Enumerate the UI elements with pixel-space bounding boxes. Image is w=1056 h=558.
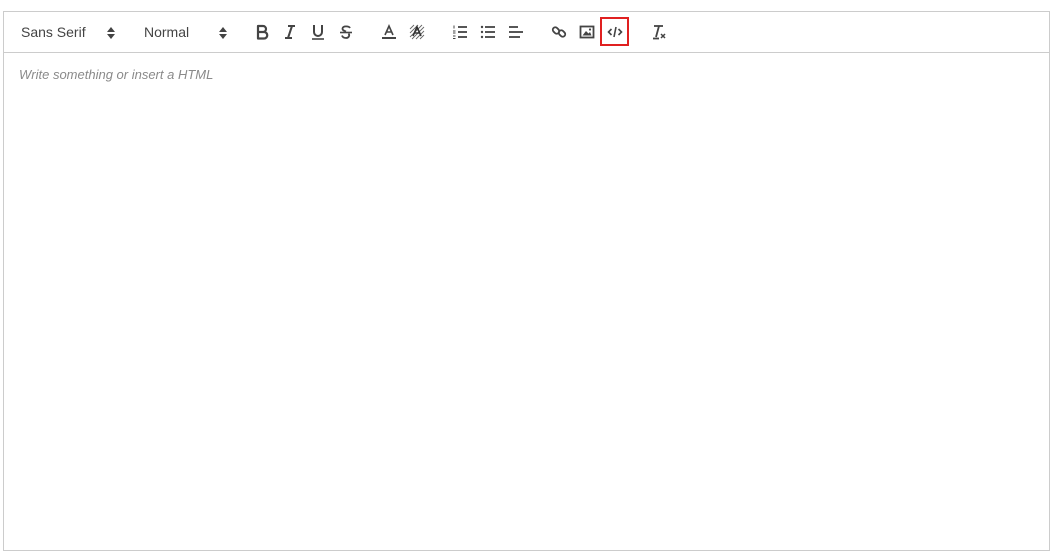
underline-button[interactable] <box>306 20 330 44</box>
picker-arrows-icon <box>107 27 115 39</box>
bold-icon <box>256 24 269 40</box>
rich-text-editor: Sans Serif Normal Write something or ins… <box>3 11 1050 551</box>
background-color-icon <box>409 24 425 40</box>
link-button[interactable] <box>547 20 571 44</box>
image-icon <box>579 25 595 39</box>
bullet-list-button[interactable] <box>476 20 500 44</box>
font-size-value: Normal <box>144 24 190 40</box>
align-button[interactable] <box>504 20 528 44</box>
font-family-value: Sans Serif <box>21 24 86 40</box>
strikethrough-icon <box>340 25 352 39</box>
code-icon <box>606 26 623 37</box>
editor-placeholder: Write something or insert a HTML <box>19 67 214 82</box>
align-left-icon <box>509 26 523 38</box>
italic-button[interactable] <box>278 20 302 44</box>
clear-format-icon <box>653 25 666 40</box>
text-color-button[interactable] <box>377 20 401 44</box>
code-view-button[interactable] <box>600 17 629 46</box>
bold-button[interactable] <box>250 20 274 44</box>
strikethrough-button[interactable] <box>334 20 358 44</box>
bullet-list-icon <box>480 25 495 39</box>
underline-icon <box>312 25 324 40</box>
background-color-button[interactable] <box>405 20 429 44</box>
link-icon <box>551 26 567 38</box>
italic-icon <box>285 25 295 39</box>
text-color-icon <box>382 24 396 39</box>
image-button[interactable] <box>575 20 599 44</box>
clear-format-button[interactable] <box>647 20 671 44</box>
font-family-picker[interactable]: Sans Serif <box>21 20 119 44</box>
ordered-list-icon <box>453 25 467 39</box>
editor-toolbar: Sans Serif Normal <box>4 12 1049 53</box>
editor-content-area[interactable]: Write something or insert a HTML <box>4 53 1049 550</box>
font-size-picker[interactable]: Normal <box>144 20 234 44</box>
picker-arrows-icon <box>219 27 227 39</box>
ordered-list-button[interactable] <box>448 20 472 44</box>
